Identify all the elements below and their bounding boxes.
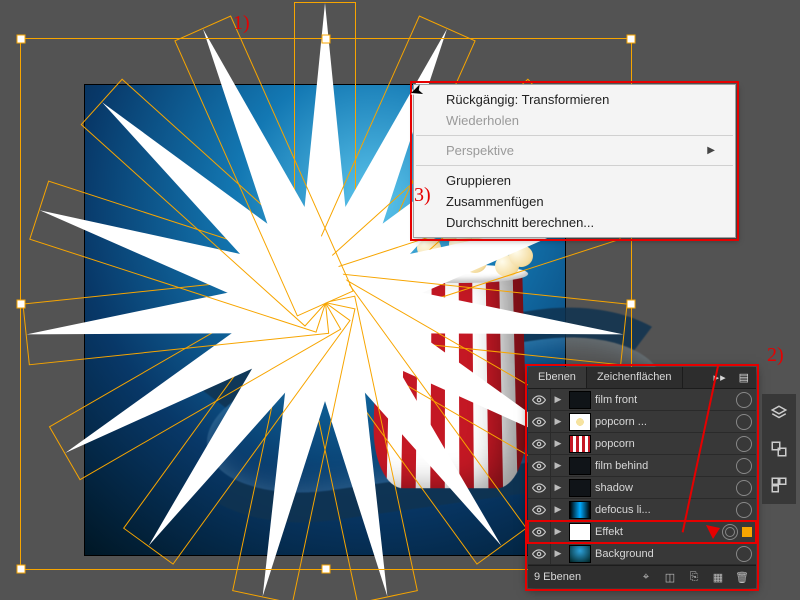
menu-redo-label: Wiederholen	[446, 113, 519, 128]
asset-export-panel-icon[interactable]	[768, 474, 790, 496]
menu-undo[interactable]: Rückgängig: Transformieren	[414, 89, 735, 110]
disclosure-triangle-icon[interactable]: ▶	[551, 504, 565, 515]
menu-group[interactable]: Gruppieren	[414, 170, 735, 191]
separator	[416, 135, 733, 136]
layer-thumbnail	[569, 413, 591, 431]
visibility-toggle-icon[interactable]	[528, 543, 551, 564]
target-icon[interactable]	[736, 480, 752, 496]
annotation-3: 3)	[414, 184, 431, 207]
make-clipping-mask-icon[interactable]: ◫	[662, 569, 678, 585]
artboards-panel-icon[interactable]	[768, 438, 790, 460]
panel-tabs: Ebenen Zeichenflächen ▸▸ ▤	[528, 367, 756, 389]
annotation-1: 1)	[233, 12, 250, 35]
layer-thumbnail	[569, 523, 591, 541]
layer-name-label: defocus li...	[595, 504, 734, 516]
visibility-toggle-icon[interactable]	[528, 455, 551, 476]
menu-undo-label: Rückgängig: Transformieren	[446, 92, 609, 107]
visibility-toggle-icon[interactable]	[528, 499, 551, 520]
disclosure-triangle-icon[interactable]: ▶	[551, 526, 565, 537]
annotation-2: 2)	[767, 344, 784, 367]
menu-perspective-label: Perspektive	[446, 143, 514, 158]
menu-join[interactable]: Zusammenfügen	[414, 191, 735, 212]
disclosure-triangle-icon[interactable]: ▶	[551, 460, 565, 471]
layer-thumbnail	[569, 391, 591, 409]
visibility-toggle-icon[interactable]	[528, 477, 551, 498]
selection-color-swatch	[742, 527, 752, 537]
separator	[416, 165, 733, 166]
layer-row[interactable]: ▶ popcorn	[528, 433, 756, 455]
target-icon[interactable]	[736, 414, 752, 430]
layer-name-label: popcorn ...	[595, 416, 734, 428]
target-icon[interactable]	[736, 436, 752, 452]
layer-thumbnail	[569, 435, 591, 453]
visibility-toggle-icon[interactable]	[528, 433, 551, 454]
visibility-toggle-icon[interactable]	[528, 389, 551, 410]
layer-name-label: popcorn	[595, 438, 734, 450]
layer-row[interactable]: ▶ Background	[528, 543, 756, 565]
layer-thumbnail	[569, 545, 591, 563]
delete-layer-icon[interactable]: 🗑	[734, 569, 750, 585]
layer-row[interactable]: ▶ Effekt	[528, 521, 756, 543]
disclosure-triangle-icon[interactable]: ▶	[551, 416, 565, 427]
layer-name-label: Effekt	[595, 526, 720, 538]
submenu-arrow-icon: ▶	[707, 145, 715, 156]
layer-thumbnail	[569, 457, 591, 475]
disclosure-triangle-icon[interactable]: ▶	[551, 438, 565, 449]
new-sublayer-icon[interactable]: ⎘	[686, 569, 702, 585]
annotation-2-arrowhead	[706, 525, 720, 539]
disclosure-triangle-icon[interactable]: ▶	[551, 548, 565, 559]
layer-list: ▶ film front ▶ popcorn ... ▶ popcorn ▶ film beh…	[528, 389, 756, 565]
panel-menu-icon[interactable]: ▤	[733, 367, 756, 388]
visibility-toggle-icon[interactable]	[528, 521, 551, 542]
context-menu: ➤ Rückgängig: Transformieren Wiederholen…	[413, 84, 736, 238]
visibility-toggle-icon[interactable]	[528, 411, 551, 432]
layer-count: 9 Ebenen	[534, 571, 630, 583]
layer-thumbnail	[569, 479, 591, 497]
panel-footer: 9 Ebenen ⌖ ◫ ⎘ ▦ 🗑	[528, 565, 756, 588]
layer-name-label: Background	[595, 548, 734, 560]
popcorn-bucket-graphic	[372, 270, 528, 488]
panel-collapse-icon[interactable]: ▸▸	[708, 367, 733, 388]
new-layer-icon[interactable]: ▦	[710, 569, 726, 585]
layer-row[interactable]: ▶ film front	[528, 389, 756, 411]
tab-layers[interactable]: Ebenen	[528, 367, 587, 388]
panel-dock	[762, 394, 796, 504]
layer-row[interactable]: ▶ popcorn ...	[528, 411, 756, 433]
layers-panel-icon[interactable]	[768, 402, 790, 424]
layer-thumbnail	[569, 501, 591, 519]
menu-perspective: Perspektive ▶	[414, 140, 735, 161]
target-icon[interactable]	[736, 458, 752, 474]
disclosure-triangle-icon[interactable]: ▶	[551, 482, 565, 493]
target-icon[interactable]	[722, 524, 738, 540]
layer-row[interactable]: ▶ shadow	[528, 477, 756, 499]
target-icon[interactable]	[736, 546, 752, 562]
layer-row[interactable]: ▶ defocus li...	[528, 499, 756, 521]
target-icon[interactable]	[736, 502, 752, 518]
layer-name-label: film front	[595, 394, 734, 406]
layers-panel: Ebenen Zeichenflächen ▸▸ ▤ ▶ film front ▶ p…	[528, 367, 756, 588]
menu-join-label: Zusammenfügen	[446, 194, 544, 209]
menu-average-label: Durchschnitt berechnen...	[446, 215, 594, 230]
layer-row[interactable]: ▶ film behind	[528, 455, 756, 477]
layer-name-label: shadow	[595, 482, 734, 494]
menu-group-label: Gruppieren	[446, 173, 511, 188]
disclosure-triangle-icon[interactable]: ▶	[551, 394, 565, 405]
layer-name-label: film behind	[595, 460, 734, 472]
menu-redo: Wiederholen	[414, 110, 735, 131]
tab-artboards[interactable]: Zeichenflächen	[587, 367, 683, 388]
target-icon[interactable]	[736, 392, 752, 408]
locate-object-icon[interactable]: ⌖	[638, 569, 654, 585]
menu-average[interactable]: Durchschnitt berechnen...	[414, 212, 735, 233]
